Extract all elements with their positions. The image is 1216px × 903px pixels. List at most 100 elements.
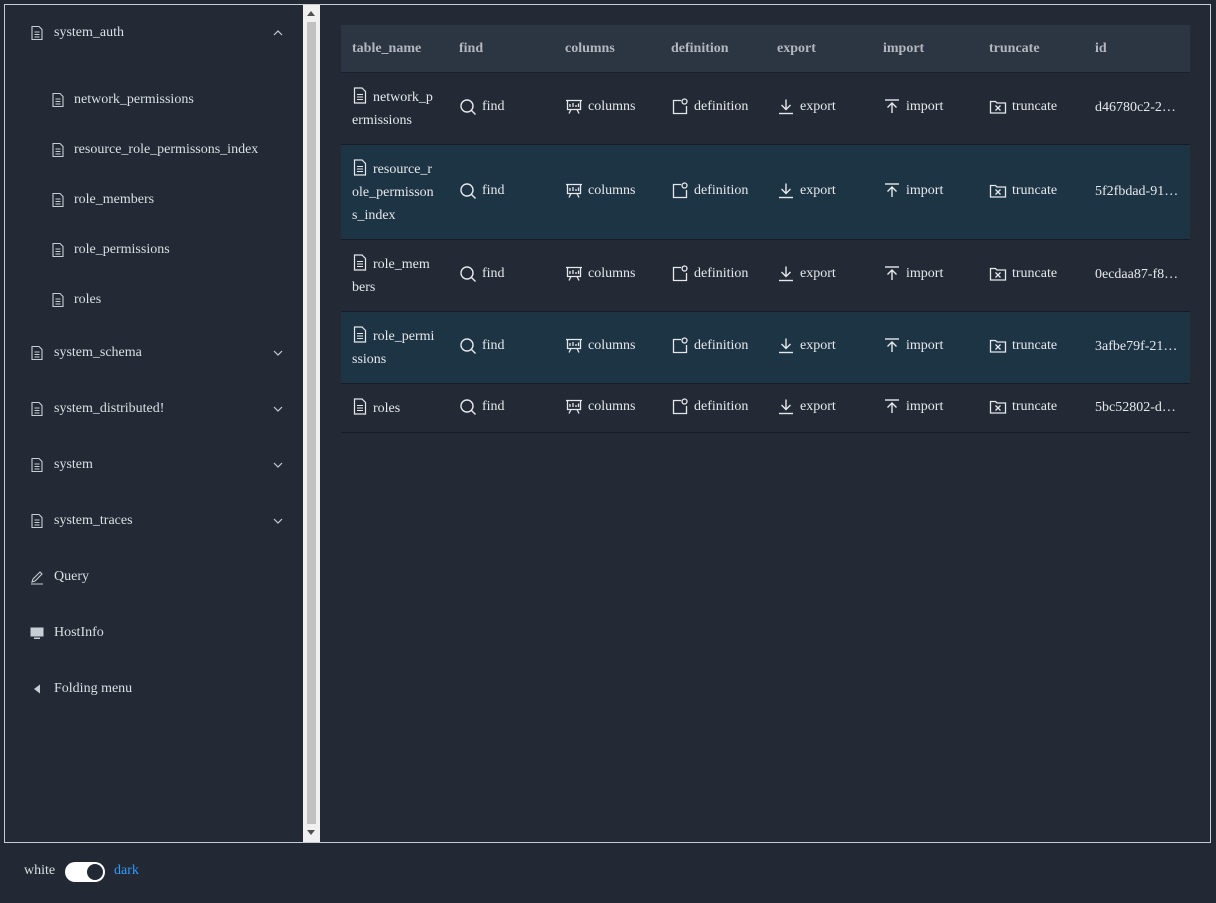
action-label: export: [800, 99, 836, 114]
sidebar-item-label: Query: [54, 569, 89, 584]
header-find: find: [459, 41, 484, 56]
sidebar-group-system-schema[interactable]: system_schema: [5, 333, 303, 373]
table-header: table_name find columns definition expor…: [341, 25, 1190, 73]
sidebar-item-role-permissions[interactable]: role_permissions: [5, 230, 303, 270]
table-name-line: ole_permisson: [352, 185, 434, 200]
sidebar-group-system[interactable]: system: [5, 445, 303, 485]
truncate-action-button[interactable]: truncate: [989, 265, 1057, 283]
table-document-icon: [353, 398, 367, 415]
sidebar-item-role-members[interactable]: role_members: [5, 180, 303, 220]
columns-action-button[interactable]: columns: [565, 98, 635, 116]
import-action-button[interactable]: import: [883, 265, 943, 283]
truncate-action-button[interactable]: truncate: [989, 98, 1057, 116]
sidebar-group-label: system: [54, 457, 93, 472]
truncate-action-button[interactable]: truncate: [989, 182, 1057, 200]
table-name-line: bers: [352, 280, 376, 295]
table-name-line: ssions: [352, 352, 387, 367]
folder-x-icon: [989, 184, 1007, 198]
columns-icon: [566, 338, 582, 353]
export-action-button[interactable]: export: [777, 98, 836, 116]
chevron-up-icon[interactable]: [271, 26, 285, 40]
columns-action-button[interactable]: columns: [565, 182, 635, 200]
columns-action-button[interactable]: columns: [565, 398, 635, 416]
action-label: columns: [588, 398, 636, 414]
chevron-down-icon[interactable]: [271, 514, 285, 528]
sidebar-group-system-auth[interactable]: system_auth: [5, 13, 303, 53]
export-action-button[interactable]: export: [777, 182, 836, 200]
chevron-down-icon[interactable]: [271, 346, 285, 360]
download-icon: [779, 99, 793, 115]
action-label: find: [482, 266, 505, 281]
find-action-button[interactable]: find: [459, 265, 505, 283]
columns-action-button[interactable]: columns: [565, 337, 635, 355]
theme-white-label: white: [24, 863, 56, 878]
definition-action-button[interactable]: definition: [671, 337, 748, 355]
action-label: import: [906, 99, 944, 114]
folding-menu-button[interactable]: Folding menu: [5, 669, 303, 709]
action-label: import: [906, 398, 944, 414]
header-table-name: table_name: [352, 41, 422, 56]
action-label: definition: [694, 266, 749, 281]
truncate-action-button[interactable]: truncate: [989, 398, 1057, 416]
find-action-button[interactable]: find: [459, 98, 505, 116]
find-action-button[interactable]: find: [459, 182, 505, 200]
find-action-button[interactable]: find: [459, 337, 505, 355]
sidebar-item-resource-role-permissons-index[interactable]: resource_role_permissons_index: [5, 130, 303, 170]
theme-toggle[interactable]: [65, 862, 105, 882]
export-action-button[interactable]: export: [777, 265, 836, 283]
definition-action-button[interactable]: definition: [671, 181, 748, 200]
action-label: truncate: [1012, 266, 1058, 281]
scroll-up-arrow[interactable]: [307, 11, 315, 16]
table-document-icon: [353, 87, 367, 104]
action-label: truncate: [1012, 99, 1058, 114]
export-action-button[interactable]: export: [777, 398, 836, 416]
sidebar-item-hostinfo[interactable]: HostInfo: [5, 613, 303, 653]
document-icon: [52, 142, 64, 158]
definition-action-button[interactable]: definition: [671, 265, 748, 283]
sidebar-item-roles[interactable]: roles: [5, 280, 303, 320]
import-action-button[interactable]: import: [883, 398, 943, 416]
import-action-button[interactable]: import: [883, 337, 943, 355]
export-action-button[interactable]: export: [777, 337, 836, 355]
definition-icon: [672, 98, 688, 115]
chevron-down-icon[interactable]: [271, 458, 285, 472]
sidebar-item-query[interactable]: Query: [5, 557, 303, 597]
document-icon: [52, 192, 64, 208]
table-name-line: role_mem: [373, 257, 430, 272]
table-document-icon: [353, 159, 367, 176]
action-label: truncate: [1012, 338, 1058, 353]
definition-icon: [672, 397, 688, 414]
sidebar-item-network-permissions[interactable]: network_permissions: [5, 80, 303, 120]
download-icon: [779, 266, 793, 282]
table-name-cell: role_members: [352, 253, 440, 299]
sidebar-scrollbar[interactable]: [303, 5, 320, 842]
find-action-button[interactable]: find: [459, 398, 505, 416]
scroll-down-arrow[interactable]: [307, 830, 315, 835]
sidebar-group-label: system_schema: [54, 345, 142, 360]
definition-action-button[interactable]: definition: [671, 397, 748, 416]
table-row: role_members find columns definition export i…: [341, 240, 1190, 312]
columns-action-button[interactable]: columns: [565, 265, 635, 283]
document-icon: [31, 513, 43, 529]
scrollbar-thumb[interactable]: [307, 22, 316, 824]
document-icon: [52, 242, 64, 258]
header-export: export: [777, 41, 816, 56]
sidebar-group-system-distributed[interactable]: system_distributed!: [5, 389, 303, 429]
action-label: definition: [694, 338, 749, 353]
download-icon: [779, 183, 793, 198]
table-name-cell: network_p ermissions: [352, 86, 440, 132]
search-icon: [460, 182, 476, 199]
action-label: definition: [694, 99, 749, 114]
truncate-action-button[interactable]: truncate: [989, 337, 1057, 355]
upload-icon: [885, 338, 899, 352]
table-document-icon: [353, 254, 367, 271]
table-row: roles find columns definition export import tr…: [341, 384, 1190, 433]
chevron-down-icon[interactable]: [271, 402, 285, 416]
definition-action-button[interactable]: definition: [671, 98, 748, 116]
folder-x-icon: [989, 339, 1007, 353]
upload-icon: [885, 99, 899, 113]
sidebar-group-system-traces[interactable]: system_traces: [5, 501, 303, 541]
import-action-button[interactable]: import: [883, 98, 943, 116]
action-label: import: [906, 338, 944, 353]
import-action-button[interactable]: import: [883, 182, 943, 200]
